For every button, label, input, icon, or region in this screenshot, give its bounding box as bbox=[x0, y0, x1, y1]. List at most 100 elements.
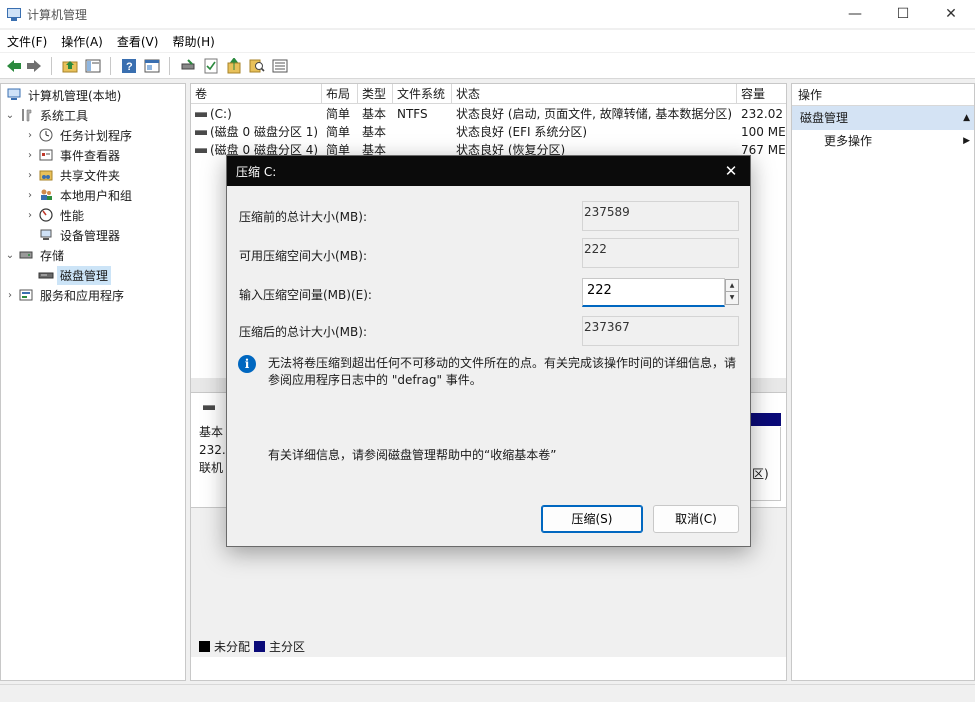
computer-icon bbox=[6, 87, 22, 103]
cancel-button[interactable]: 取消(C) bbox=[653, 505, 739, 533]
tree-root[interactable]: 计算机管理(本地) bbox=[4, 85, 124, 105]
tree-item-label: 性能 bbox=[60, 208, 85, 223]
table-row[interactable]: (磁盘 0 磁盘分区 1) 简单 基本 状态良好 (EFI 系统分区) 100 ME bbox=[191, 123, 786, 141]
shrink-amount-label: 输入压缩空间量(MB)(E): bbox=[239, 288, 372, 302]
shrink-button[interactable]: 压缩(S) bbox=[541, 505, 643, 533]
spin-up-button[interactable]: ▲ bbox=[725, 279, 739, 292]
total-after-field: 237367 bbox=[582, 316, 739, 346]
title-bar: 计算机管理 — ☐ ✕ bbox=[0, 0, 975, 28]
tree-item[interactable]: › 服务和应用程序 bbox=[4, 285, 127, 305]
chevron-right-icon[interactable]: › bbox=[24, 190, 36, 201]
volume-icon bbox=[195, 112, 207, 117]
back-arrow-icon[interactable] bbox=[5, 57, 23, 75]
chevron-right-icon[interactable]: › bbox=[24, 170, 36, 181]
chevron-right-icon[interactable]: › bbox=[4, 290, 16, 301]
tree-item-label: 本地用户和组 bbox=[60, 188, 133, 203]
tree-item-label: 存储 bbox=[40, 248, 65, 263]
total-before-label: 压缩前的总计大小(MB): bbox=[239, 210, 367, 224]
legend-label-unallocated: 未分配 bbox=[214, 640, 251, 654]
legend: 未分配 主分区 bbox=[195, 638, 305, 655]
event-viewer-icon bbox=[38, 147, 54, 163]
volume-icon bbox=[195, 148, 207, 153]
tree-item-label: 系统工具 bbox=[40, 108, 89, 123]
menu-view[interactable]: 查看(V) bbox=[110, 33, 166, 50]
dialog-close-button[interactable]: ✕ bbox=[721, 161, 741, 181]
table-cell: 简单 bbox=[326, 107, 351, 121]
help-icon[interactable]: ? bbox=[120, 57, 138, 75]
svg-text:?: ? bbox=[126, 61, 133, 73]
table-cell: 简单 bbox=[326, 125, 351, 139]
show-hide-tree-icon[interactable] bbox=[84, 57, 102, 75]
shrink-amount-spinner: ▲ ▼ bbox=[725, 279, 739, 306]
available-space-field: 222 bbox=[582, 238, 739, 268]
chevron-down-icon[interactable]: ⌄ bbox=[4, 110, 16, 121]
tree-item-label: 磁盘管理 bbox=[57, 265, 112, 285]
table-cell: 状态良好 (启动, 页面文件, 故障转储, 基本数据分区) bbox=[456, 107, 733, 121]
col-header-layout[interactable]: 布局 bbox=[322, 84, 358, 104]
actions-section-label: 磁盘管理 bbox=[800, 111, 849, 125]
tree-item[interactable]: 磁盘管理 bbox=[24, 265, 112, 285]
maximize-button[interactable]: ☐ bbox=[879, 0, 927, 28]
device-manager-icon bbox=[38, 227, 54, 243]
col-header-status[interactable]: 状态 bbox=[452, 84, 737, 104]
col-header-volume[interactable]: 卷 bbox=[191, 84, 322, 104]
volume-name: (磁盘 0 磁盘分区 1) bbox=[210, 125, 319, 139]
chevron-right-icon[interactable]: › bbox=[24, 130, 36, 141]
total-before-field: 237589 bbox=[582, 201, 739, 231]
window-title: 计算机管理 bbox=[27, 7, 88, 22]
disk-0-info: 基本 232. 联机 bbox=[199, 423, 226, 477]
forward-arrow-icon[interactable] bbox=[25, 57, 43, 75]
col-header-capacity[interactable]: 容量 bbox=[737, 84, 786, 104]
tree-item[interactable]: › 共享文件夹 bbox=[24, 165, 123, 185]
legend-label-primary: 主分区 bbox=[269, 640, 306, 654]
more-actions-item[interactable]: 更多操作 ▶ bbox=[792, 130, 974, 152]
actions-section-disk-management[interactable]: 磁盘管理 ▲ bbox=[792, 106, 974, 130]
menu-help[interactable]: 帮助(H) bbox=[165, 33, 221, 50]
menu-file[interactable]: 文件(F) bbox=[0, 33, 54, 50]
disk-size: 232. bbox=[199, 443, 226, 457]
table-cell: (磁盘 0 磁盘分区 1) bbox=[191, 123, 322, 141]
partition-header-bar[interactable] bbox=[749, 413, 781, 426]
tree-item[interactable]: › 本地用户和组 bbox=[24, 185, 135, 205]
tree-root-label: 计算机管理(本地) bbox=[28, 88, 122, 103]
chevron-right-icon[interactable]: › bbox=[24, 150, 36, 161]
tree-item[interactable]: ⌄ 系统工具 bbox=[4, 105, 91, 125]
table-row[interactable]: (C:) 简单 基本 NTFS 状态良好 (启动, 页面文件, 故障转储, 基本数据分区… bbox=[191, 105, 786, 123]
partition-label-fragment: 区) bbox=[752, 467, 769, 481]
help-reference-text: 有关详细信息，请参阅磁盘管理帮助中的“收缩基本卷” bbox=[268, 448, 557, 462]
volume-list-header: 卷 布局 类型 文件系统 状态 容量 bbox=[191, 84, 786, 104]
chevron-down-icon[interactable]: ⌄ bbox=[4, 250, 16, 261]
checklist-icon[interactable] bbox=[202, 57, 220, 75]
properties-icon[interactable] bbox=[143, 57, 161, 75]
tree-item[interactable]: › 性能 bbox=[24, 205, 87, 225]
tree-item[interactable]: 设备管理器 bbox=[24, 225, 123, 245]
tools-icon bbox=[18, 107, 34, 123]
tree-item-label: 事件查看器 bbox=[60, 148, 121, 163]
table-cell bbox=[393, 123, 452, 141]
spin-down-button[interactable]: ▼ bbox=[725, 292, 739, 305]
chevron-right-icon[interactable]: › bbox=[24, 210, 36, 221]
list-view-icon[interactable] bbox=[271, 57, 289, 75]
table-cell: (C:) bbox=[191, 105, 322, 123]
menu-action[interactable]: 操作(A) bbox=[54, 33, 110, 50]
find-icon[interactable] bbox=[248, 57, 266, 75]
dialog-title-bar: 压缩 C: ✕ bbox=[227, 156, 750, 186]
col-header-filesystem[interactable]: 文件系统 bbox=[393, 84, 452, 104]
shrink-amount-input[interactable]: 222 bbox=[582, 278, 725, 307]
minimize-button[interactable]: — bbox=[831, 0, 879, 28]
export-arrow-icon[interactable] bbox=[225, 57, 243, 75]
disk-icon bbox=[203, 405, 215, 410]
tree-item-label: 设备管理器 bbox=[60, 228, 121, 243]
chevron-right-icon: ▶ bbox=[963, 136, 970, 146]
clock-icon bbox=[38, 127, 54, 143]
col-header-type[interactable]: 类型 bbox=[358, 84, 393, 104]
partition-block[interactable]: 区) bbox=[749, 427, 781, 501]
up-folder-icon[interactable] bbox=[61, 57, 79, 75]
tree-item[interactable]: › 事件查看器 bbox=[24, 145, 123, 165]
navigation-tree: 计算机管理(本地) ⌄ 系统工具 › 任务计划程序 › 事件查看器 › 共享文件夹 › 本地用户和… bbox=[0, 83, 186, 681]
close-window-button[interactable]: ✕ bbox=[927, 0, 975, 28]
status-bar bbox=[0, 684, 975, 702]
disk-tool-icon[interactable] bbox=[179, 57, 197, 75]
tree-item[interactable]: › 任务计划程序 bbox=[24, 125, 135, 145]
tree-item[interactable]: ⌄ 存储 bbox=[4, 245, 67, 265]
